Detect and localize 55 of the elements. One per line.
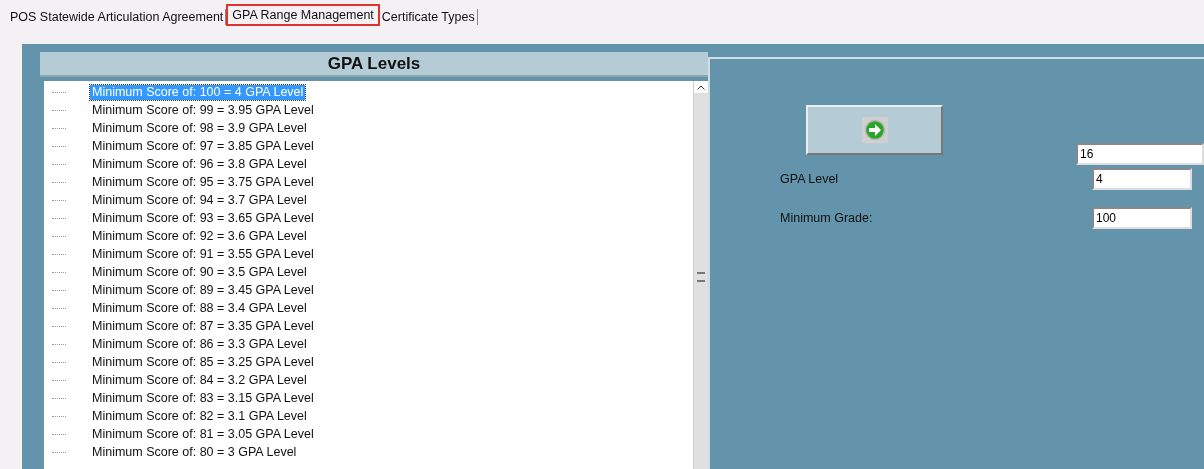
tree-line-icon (52, 289, 66, 291)
tree-item[interactable]: Minimum Score of: 80 = 3 GPA Level (90, 444, 299, 460)
tree-line-icon (52, 379, 66, 381)
tree-item[interactable]: Minimum Score of: 98 = 3.9 GPA Level (90, 120, 309, 136)
tree-line-icon (52, 253, 66, 255)
tree-line-icon (52, 109, 66, 111)
input-field[interactable]: 4 (1092, 168, 1192, 190)
tree-item[interactable]: Minimum Score of: 90 = 3.5 GPA Level (90, 264, 309, 280)
tree-line-icon (52, 433, 66, 435)
scrollbar[interactable] (693, 81, 708, 469)
tab[interactable]: POS Statewide Articulation Agreement (8, 9, 227, 25)
tree-line-icon (52, 451, 66, 453)
tree-item[interactable]: Minimum Score of: 96 = 3.8 GPA Level (90, 156, 309, 172)
tree-line-icon (52, 271, 66, 273)
tree-item[interactable]: Minimum Score of: 93 = 3.65 GPA Level (90, 210, 316, 226)
tree-line-icon (52, 217, 66, 219)
tree-line-icon (52, 127, 66, 129)
input-field[interactable]: 100 (1092, 207, 1192, 229)
tree-line-icon (52, 91, 66, 93)
field-label: GPA Level (780, 172, 840, 186)
tree-line-icon (52, 307, 66, 309)
tree-line-icon (52, 415, 66, 417)
tree-item[interactable]: Minimum Score of: 85 = 3.25 GPA Level (90, 354, 316, 370)
id-field[interactable]: 16 (1076, 143, 1204, 165)
tree-item[interactable]: Minimum Score of: 86 = 3.3 GPA Level (90, 336, 309, 352)
tree-line-icon (52, 325, 66, 327)
tree-item[interactable]: Minimum Score of: 83 = 3.15 GPA Level (90, 390, 316, 406)
tree-item[interactable]: Minimum Score of: 91 = 3.55 GPA Level (90, 246, 316, 262)
tree-item[interactable]: Minimum Score of: 92 = 3.6 GPA Level (90, 228, 309, 244)
tab[interactable]: GPA Range Management (226, 4, 380, 26)
scroll-grip-icon[interactable] (697, 272, 705, 282)
tree-item[interactable]: Minimum Score of: 89 = 3.45 GPA Level (90, 282, 316, 298)
tree-line-icon (52, 343, 66, 345)
tree-item[interactable]: Minimum Score of: 81 = 3.05 GPA Level (90, 426, 316, 442)
tree-line-icon (52, 145, 66, 147)
arrow-right-icon (861, 117, 888, 143)
tree-line-icon (52, 163, 66, 165)
tree-line-icon (52, 361, 66, 363)
tree-item[interactable]: Minimum Score of: 99 = 3.95 GPA Level (90, 102, 316, 118)
panel-header: GPA Levels (40, 52, 708, 77)
tab[interactable]: Certificate Types (379, 9, 478, 25)
tree-item[interactable]: Minimum Score of: 94 = 3.7 GPA Level (90, 192, 309, 208)
tree-item[interactable]: Minimum Score of: 82 = 3.1 GPA Level (90, 408, 309, 424)
tree-item[interactable]: Minimum Score of: 87 = 3.35 GPA Level (90, 318, 316, 334)
tree-line-icon (52, 235, 66, 237)
tree-item[interactable]: Minimum Score of: 95 = 3.75 GPA Level (90, 174, 316, 190)
tree-line-icon (52, 181, 66, 183)
tree-item[interactable]: Minimum Score of: 84 = 3.2 GPA Level (90, 372, 309, 388)
tree-line-icon (52, 199, 66, 201)
tree-line-icon (52, 397, 66, 399)
field-label: Minimum Grade: (780, 211, 874, 225)
next-button[interactable] (806, 105, 943, 155)
tree-item[interactable]: Minimum Score of: 88 = 3.4 GPA Level (90, 300, 309, 316)
tree-item[interactable]: Minimum Score of: 97 = 3.85 GPA Level (90, 138, 316, 154)
scroll-up-icon[interactable] (697, 84, 705, 90)
